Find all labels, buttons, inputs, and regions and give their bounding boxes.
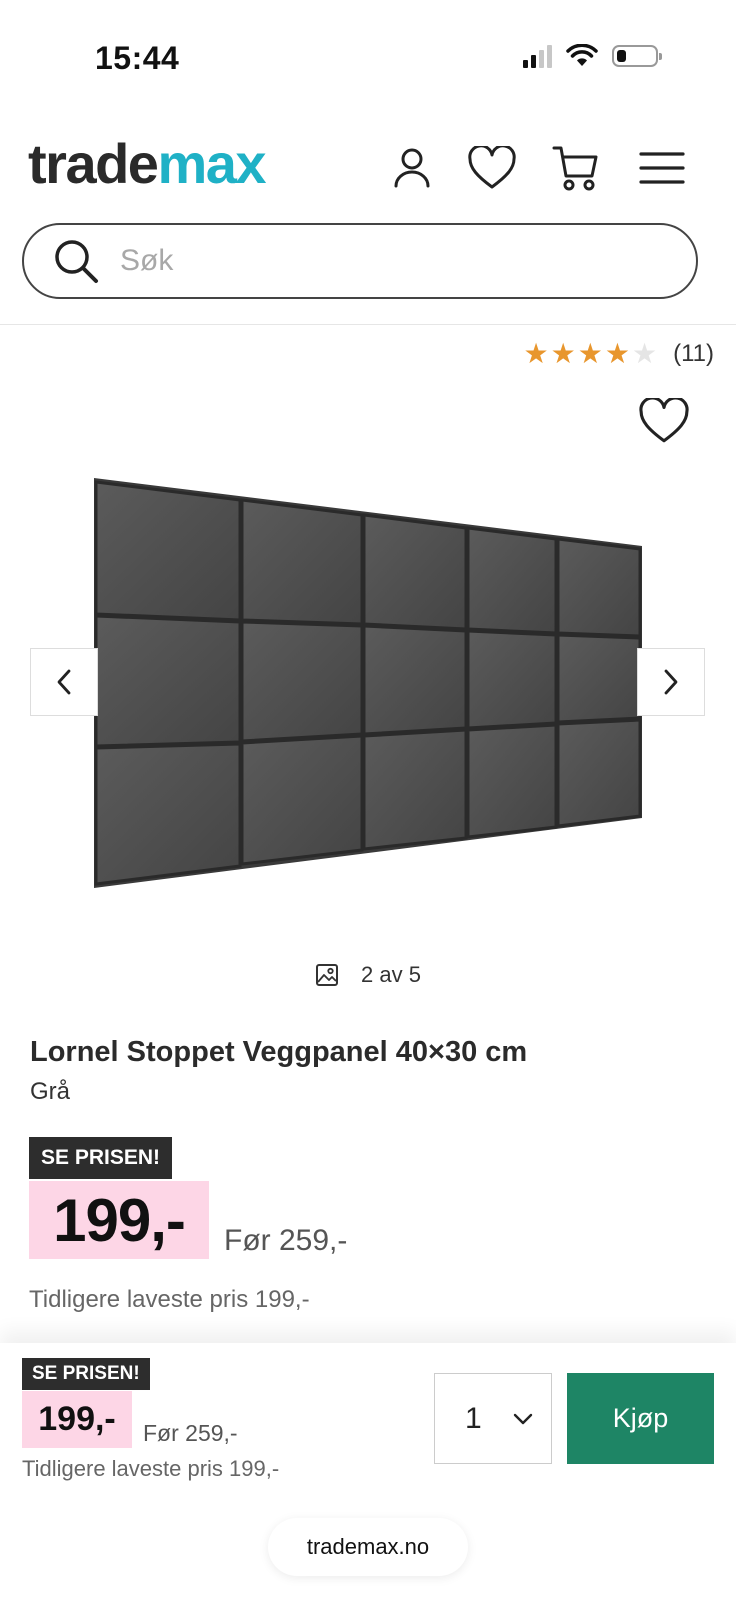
price-before: Før 259,- xyxy=(224,1224,348,1257)
cellular-signal-icon xyxy=(523,44,552,68)
product-image[interactable] xyxy=(90,478,646,888)
star-icon: ★ xyxy=(523,338,549,369)
sticky-price: 199,- xyxy=(22,1391,132,1448)
image-icon xyxy=(316,964,339,986)
gallery-counter-text: 2 av 5 xyxy=(361,962,421,987)
menu-icon xyxy=(639,152,685,184)
product-variant: Grå xyxy=(30,1078,71,1105)
gallery-prev-button[interactable] xyxy=(30,648,98,716)
star-icon: ★ xyxy=(577,338,603,369)
star-empty-icon: ★ xyxy=(631,338,658,369)
sticky-price-before: Før 259,- xyxy=(143,1420,238,1446)
status-icons xyxy=(523,44,662,68)
sticky-price-badge: SE PRISEN! xyxy=(22,1358,150,1390)
heart-icon xyxy=(639,396,689,443)
price-badge: SE PRISEN! xyxy=(29,1137,173,1179)
quantity-value: 1 xyxy=(465,1401,482,1435)
wishlist-button[interactable] xyxy=(466,142,518,194)
gallery-counter: 2 av 5 xyxy=(0,962,736,988)
menu-button[interactable] xyxy=(636,142,688,194)
trademax-logo[interactable]: trademax xyxy=(28,136,267,192)
sticky-lowest-price-note: Tidligere laveste pris 199,- xyxy=(22,1456,280,1481)
account-button[interactable] xyxy=(386,142,438,194)
rating-stars: ★ ★ ★ ★ ★ xyxy=(524,340,658,368)
lowest-price-note: Tidligere laveste pris 199,- xyxy=(29,1286,310,1313)
star-icon: ★ xyxy=(604,338,630,369)
header-divider xyxy=(0,324,736,325)
cart-button[interactable] xyxy=(550,142,602,194)
cart-icon xyxy=(552,146,598,191)
buy-button[interactable]: Kjøp xyxy=(567,1373,714,1464)
status-time: 15:44 xyxy=(95,40,180,76)
battery-icon xyxy=(612,45,662,67)
gallery-next-button[interactable] xyxy=(637,648,705,716)
chevron-left-icon xyxy=(57,669,71,695)
logo-text-max: max xyxy=(157,132,266,195)
chevron-right-icon xyxy=(664,669,678,695)
product-price: 199,- xyxy=(29,1181,209,1259)
wifi-icon xyxy=(566,44,598,66)
review-count: (11) xyxy=(673,340,714,367)
search-icon xyxy=(55,240,98,283)
product-title: Lornel Stoppet Veggpanel 40×30 cm xyxy=(30,1036,528,1068)
star-icon: ★ xyxy=(550,338,576,369)
search-input[interactable] xyxy=(118,243,642,279)
logo-text-trade: trade xyxy=(28,132,159,195)
browser-url-pill[interactable]: trademax.no xyxy=(268,1518,468,1576)
search-bar[interactable] xyxy=(22,223,698,299)
add-to-wishlist-button[interactable] xyxy=(638,396,690,450)
product-rating[interactable]: ★ ★ ★ ★ ★ (11) xyxy=(524,340,714,368)
quantity-select[interactable]: 1 xyxy=(434,1373,552,1464)
user-icon xyxy=(394,148,430,188)
chevron-down-icon xyxy=(513,1413,533,1424)
heart-icon xyxy=(468,146,516,189)
